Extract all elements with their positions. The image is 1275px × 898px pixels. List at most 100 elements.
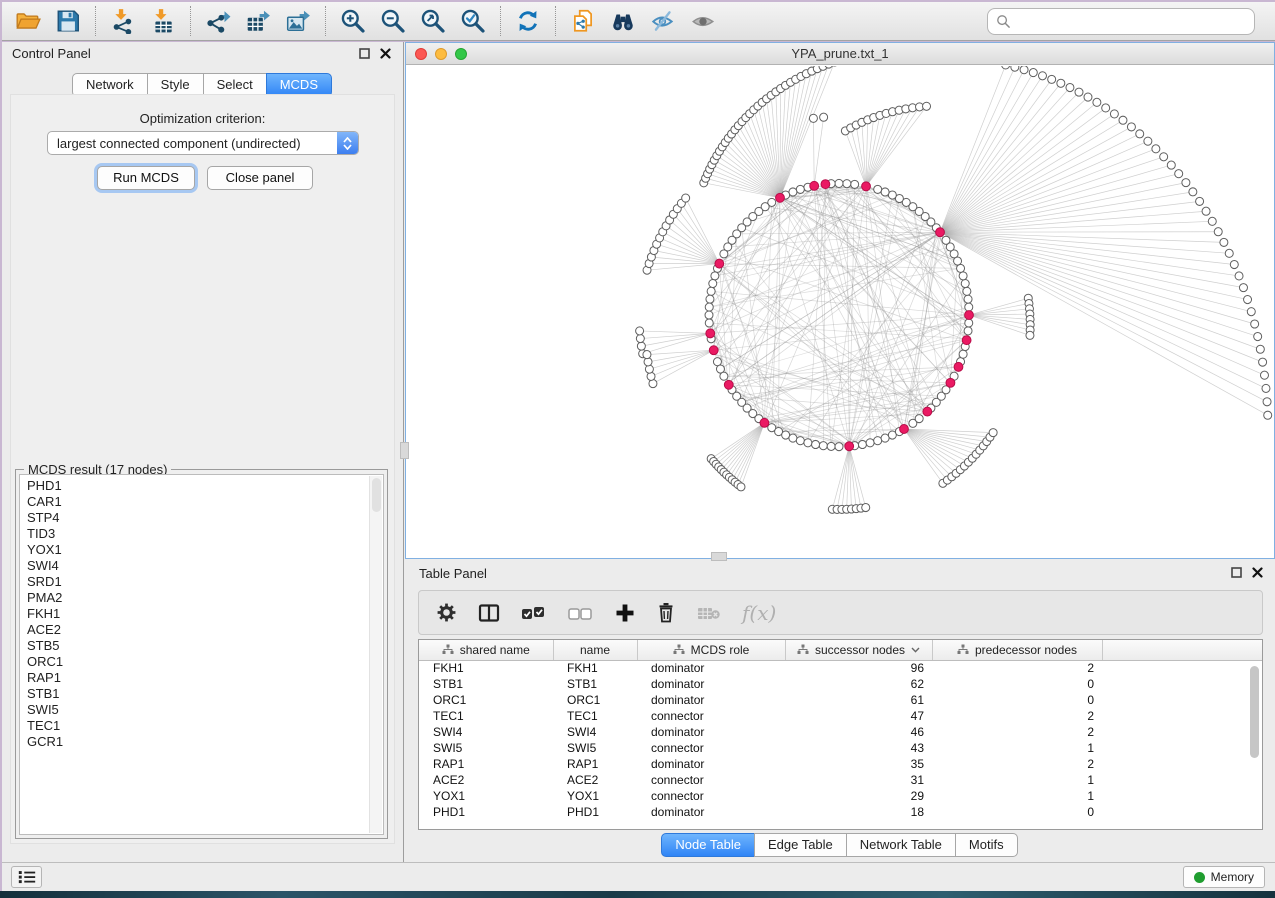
desktop-background [0,891,1275,898]
zoom-selected-button[interactable] [453,4,493,38]
table-splitter-handle[interactable] [711,552,727,561]
table-scrollbar[interactable] [1250,664,1260,824]
search-field[interactable] [987,8,1255,35]
table-row[interactable]: FKH1FKH1dominator962 [419,660,1263,676]
list-item[interactable]: ORC1 [27,654,383,670]
main-toolbar [2,2,1275,41]
select-all-icon[interactable] [521,604,547,622]
zoom-in-icon [340,8,366,34]
column-settings-gear-icon[interactable] [436,602,457,623]
export-image-button[interactable] [278,4,318,38]
export-table-button[interactable] [238,4,278,38]
tab-node-table[interactable]: Node Table [661,833,755,857]
tab-motifs[interactable]: Motifs [955,833,1018,857]
table-panel: Table Panel [405,561,1275,862]
export-network-icon [205,8,231,34]
list-item[interactable]: CAR1 [27,494,383,510]
close-panel-icon[interactable] [1252,567,1263,578]
duplicate-network-button[interactable] [563,4,603,38]
import-network-button[interactable] [103,4,143,38]
table-panel-tabs: Node Table Edge Table Network Table Moti… [405,833,1275,857]
zoom-in-button[interactable] [333,4,373,38]
import-table-button[interactable] [143,4,183,38]
list-item[interactable]: GCR1 [27,734,383,750]
maximize-window-button[interactable] [455,48,467,60]
list-item[interactable]: SWI4 [27,558,383,574]
eye-slash-icon [650,8,676,34]
network-graph[interactable] [406,66,1274,558]
toolbar-separator [325,6,326,36]
close-panel-icon[interactable] [380,48,391,59]
list-item[interactable]: STB5 [27,638,383,654]
toolbar-separator [190,6,191,36]
panel-splitter-handle[interactable] [400,442,409,459]
split-view-icon[interactable] [478,603,500,623]
network-canvas[interactable] [406,66,1274,558]
result-scrollbar[interactable] [369,476,382,833]
table-row[interactable]: ACE2ACE2connector311 [419,772,1263,788]
close-window-button[interactable] [415,48,427,60]
table-row[interactable]: RAP1RAP1dominator352 [419,756,1263,772]
sort-menu-chevron-icon[interactable] [911,647,920,653]
toolbar-separator [500,6,501,36]
tab-network-table[interactable]: Network Table [846,833,956,857]
memory-button[interactable]: Memory [1183,866,1265,888]
network-titlebar: YPA_prune.txt_1 [406,43,1274,65]
chevron-up-icon [343,137,352,143]
float-panel-icon[interactable] [1231,567,1242,578]
mcds-result-list[interactable]: PHD1CAR1STP4TID3YOX1SWI4SRD1PMA2FKH1ACE2… [19,474,384,835]
float-panel-icon[interactable] [359,48,370,59]
node-table: shared name name MCDS role successor nod… [419,640,1263,820]
list-item[interactable]: YOX1 [27,542,383,558]
list-item[interactable]: PMA2 [27,590,383,606]
run-mcds-button[interactable]: Run MCDS [97,166,195,190]
tab-edge-table[interactable]: Edge Table [754,833,847,857]
table-row[interactable]: SWI4SWI4dominator462 [419,724,1263,740]
list-item[interactable]: STB1 [27,686,383,702]
search-input[interactable] [1017,14,1246,29]
list-item[interactable]: ACE2 [27,622,383,638]
add-column-icon[interactable] [615,603,635,623]
list-item[interactable]: PHD1 [27,478,383,494]
column-header-successor-nodes[interactable]: successor nodes [785,640,932,660]
delete-column-icon[interactable] [656,602,676,623]
zoom-fit-button[interactable] [413,4,453,38]
list-item[interactable]: SWI5 [27,702,383,718]
open-file-button[interactable] [8,4,48,38]
save-session-button[interactable] [48,4,88,38]
list-item[interactable]: FKH1 [27,606,383,622]
list-item[interactable]: RAP1 [27,670,383,686]
task-history-button[interactable] [11,866,42,888]
deselect-all-icon[interactable] [568,604,594,622]
column-header-predecessor-nodes[interactable]: predecessor nodes [932,640,1102,660]
column-type-icon [673,644,685,655]
column-header-mcds-role[interactable]: MCDS role [637,640,785,660]
table-row[interactable]: ORC1ORC1dominator610 [419,692,1263,708]
column-header-name[interactable]: name [553,640,637,660]
column-header-filler [1102,640,1263,660]
show-all-button[interactable] [683,4,723,38]
table-row[interactable]: STB1STB1dominator620 [419,676,1263,692]
table-panel-title: Table Panel [419,566,487,581]
table-row[interactable]: TEC1TEC1connector472 [419,708,1263,724]
list-item[interactable]: SRD1 [27,574,383,590]
criterion-dropdown[interactable]: largest connected component (undirected) [47,131,359,155]
close-panel-button[interactable]: Close panel [207,166,313,190]
table-row[interactable]: YOX1YOX1connector291 [419,788,1263,804]
export-network-button[interactable] [198,4,238,38]
toolbar-separator [555,6,556,36]
export-table-icon [245,8,271,34]
zoom-out-button[interactable] [373,4,413,38]
first-neighbors-button[interactable] [603,4,643,38]
table-row[interactable]: PHD1PHD1dominator180 [419,804,1263,820]
list-item[interactable]: TID3 [27,526,383,542]
minimize-window-button[interactable] [435,48,447,60]
list-item[interactable]: STP4 [27,510,383,526]
refresh-view-button[interactable] [508,4,548,38]
hide-selected-button[interactable] [643,4,683,38]
column-header-shared-name[interactable]: shared name [419,640,553,660]
column-type-icon [957,644,969,655]
table-row[interactable]: SWI5SWI5connector431 [419,740,1263,756]
main-area: Control Panel Network Style Select MCDS … [2,42,1275,862]
list-item[interactable]: TEC1 [27,718,383,734]
